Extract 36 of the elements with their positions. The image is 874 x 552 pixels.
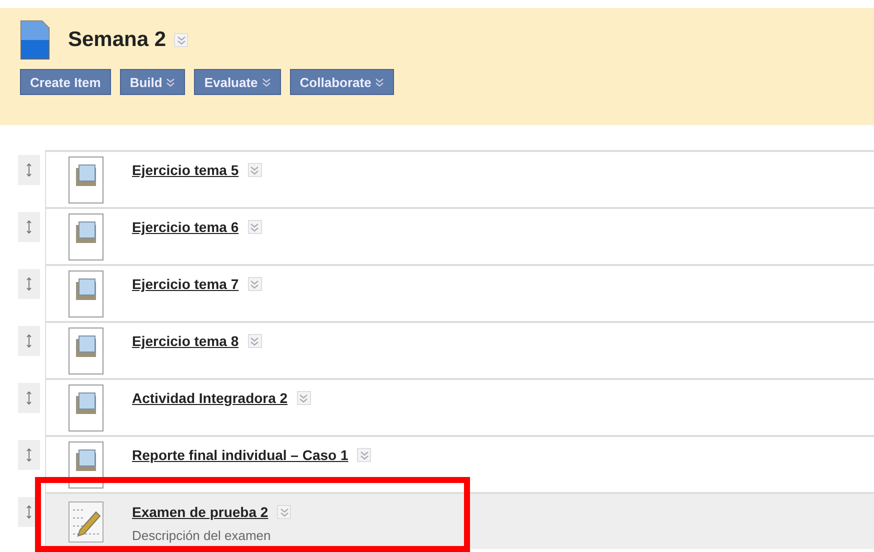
assignment-icon	[68, 327, 104, 375]
menu-chevron-icon[interactable]	[248, 277, 262, 291]
assignment-icon	[68, 270, 104, 318]
item-link[interactable]: Actividad Integradora 2	[132, 390, 288, 406]
toolbar-button[interactable]: Build	[120, 69, 186, 95]
menu-chevron-icon[interactable]	[174, 33, 188, 47]
chevron-icon	[262, 78, 271, 86]
item-link[interactable]: Ejercicio tema 5	[132, 162, 239, 178]
page-title: Semana 2	[68, 28, 166, 52]
item-link[interactable]: Ejercicio tema 7	[132, 276, 239, 292]
assignment-icon	[68, 156, 104, 204]
drag-handle-icon[interactable]	[18, 383, 40, 413]
menu-chevron-icon[interactable]	[248, 163, 262, 177]
chevron-icon	[166, 78, 176, 86]
toolbar-button[interactable]: Create Item	[20, 69, 111, 95]
item-link[interactable]: Ejercicio tema 8	[132, 333, 239, 349]
drag-handle-icon[interactable]	[18, 440, 40, 470]
item-link[interactable]: Ejercicio tema 6	[132, 219, 239, 235]
document-icon	[20, 20, 50, 60]
toolbar-button[interactable]: Evaluate	[194, 69, 281, 95]
menu-chevron-icon[interactable]	[248, 334, 262, 348]
drag-handle-icon[interactable]	[18, 326, 40, 356]
assignment-icon	[68, 384, 104, 432]
item-link[interactable]: Reporte final individual – Caso 1	[132, 447, 348, 463]
chevron-icon	[375, 78, 384, 86]
toolbar-button[interactable]: Collaborate	[290, 69, 394, 95]
item-description: Descripción del examen	[132, 528, 272, 543]
menu-chevron-icon[interactable]	[357, 448, 372, 462]
assignment-icon	[68, 213, 104, 261]
drag-handle-icon[interactable]	[18, 155, 40, 185]
drag-handle-icon[interactable]	[18, 269, 40, 299]
menu-chevron-icon[interactable]	[296, 391, 311, 405]
menu-chevron-icon[interactable]	[248, 220, 262, 234]
drag-handle-icon[interactable]	[18, 212, 40, 242]
menu-chevron-icon[interactable]	[277, 505, 292, 519]
item-link[interactable]: Examen de prueba 2	[132, 504, 268, 520]
